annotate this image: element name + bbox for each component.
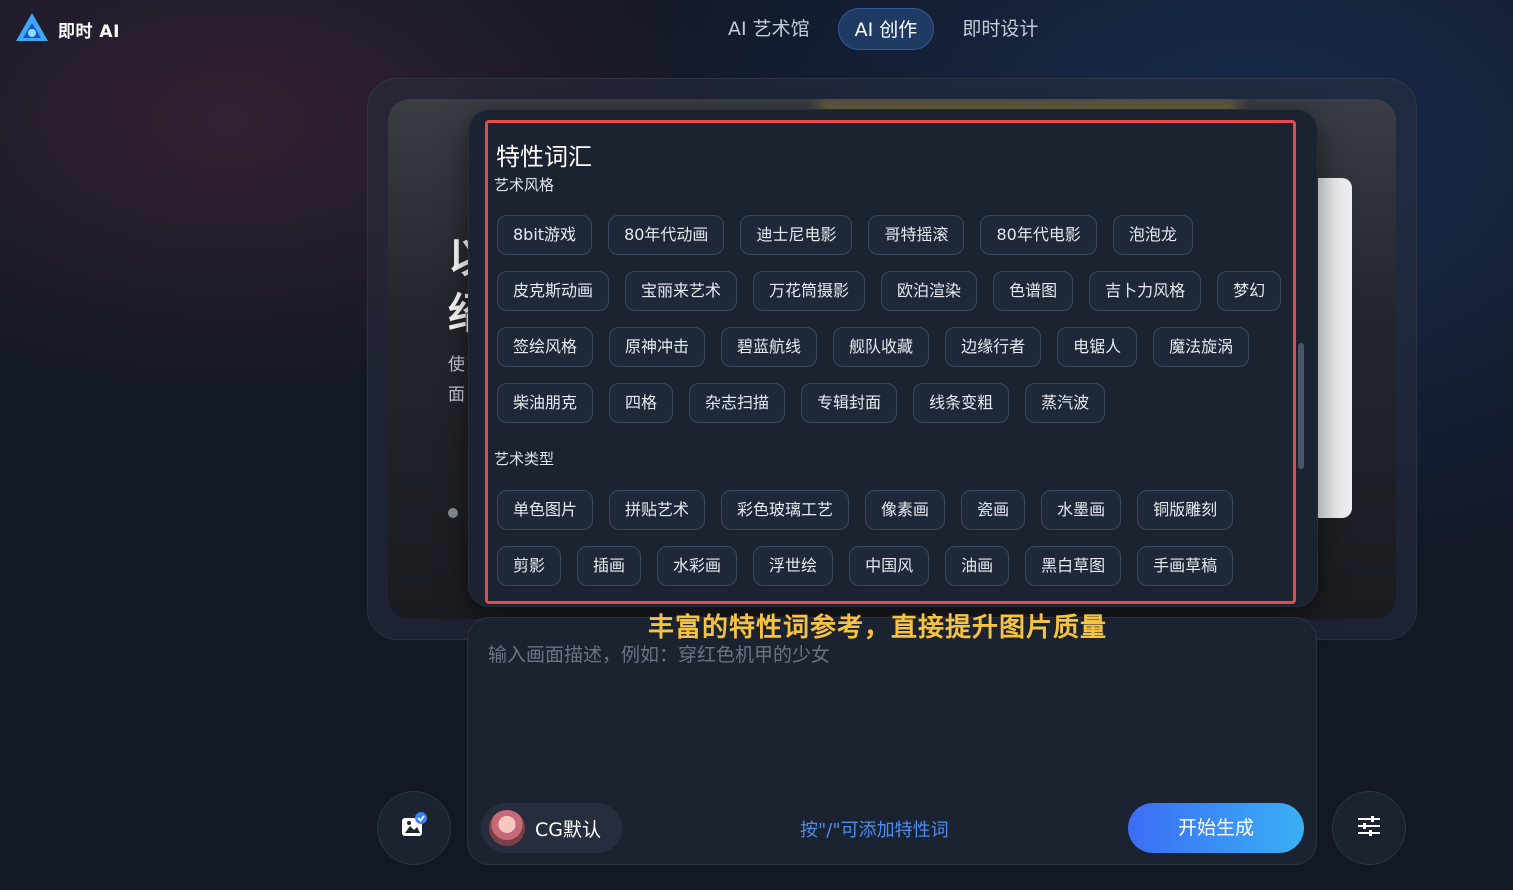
logo-text: 即时 AI	[58, 21, 120, 42]
annotation-caption: 丰富的特性词参考，直接提升图片质量	[648, 613, 1108, 643]
logo-icon	[14, 11, 50, 47]
model-avatar	[489, 810, 525, 846]
slide-desc-line1: 使	[448, 355, 465, 375]
feature-word-hint[interactable]: 按"/"可添加特性词	[800, 816, 949, 842]
tab-ai-create[interactable]: AI 创作	[837, 8, 935, 50]
slide-desc-line2: 面	[448, 385, 465, 405]
model-selector[interactable]: CG默认	[481, 803, 622, 853]
image-upload-icon	[399, 811, 429, 845]
main-nav: AI 艺术馆 AI 创作 即时设计	[712, 8, 1054, 50]
carousel-dot[interactable]	[448, 508, 458, 518]
settings-button[interactable]	[1332, 791, 1406, 865]
image-upload-button[interactable]	[377, 791, 451, 865]
highlight-outline	[485, 120, 1296, 604]
model-label: CG默认	[535, 818, 601, 841]
popup-scrollbar[interactable]	[1298, 343, 1304, 469]
tab-ai-gallery[interactable]: AI 艺术馆	[712, 8, 826, 50]
prompt-input[interactable]	[488, 640, 1288, 760]
tab-instant-design[interactable]: 即时设计	[946, 8, 1054, 50]
sliders-icon	[1355, 812, 1383, 844]
generate-button[interactable]: 开始生成	[1128, 803, 1304, 853]
logo[interactable]: 即时 AI	[14, 11, 120, 47]
